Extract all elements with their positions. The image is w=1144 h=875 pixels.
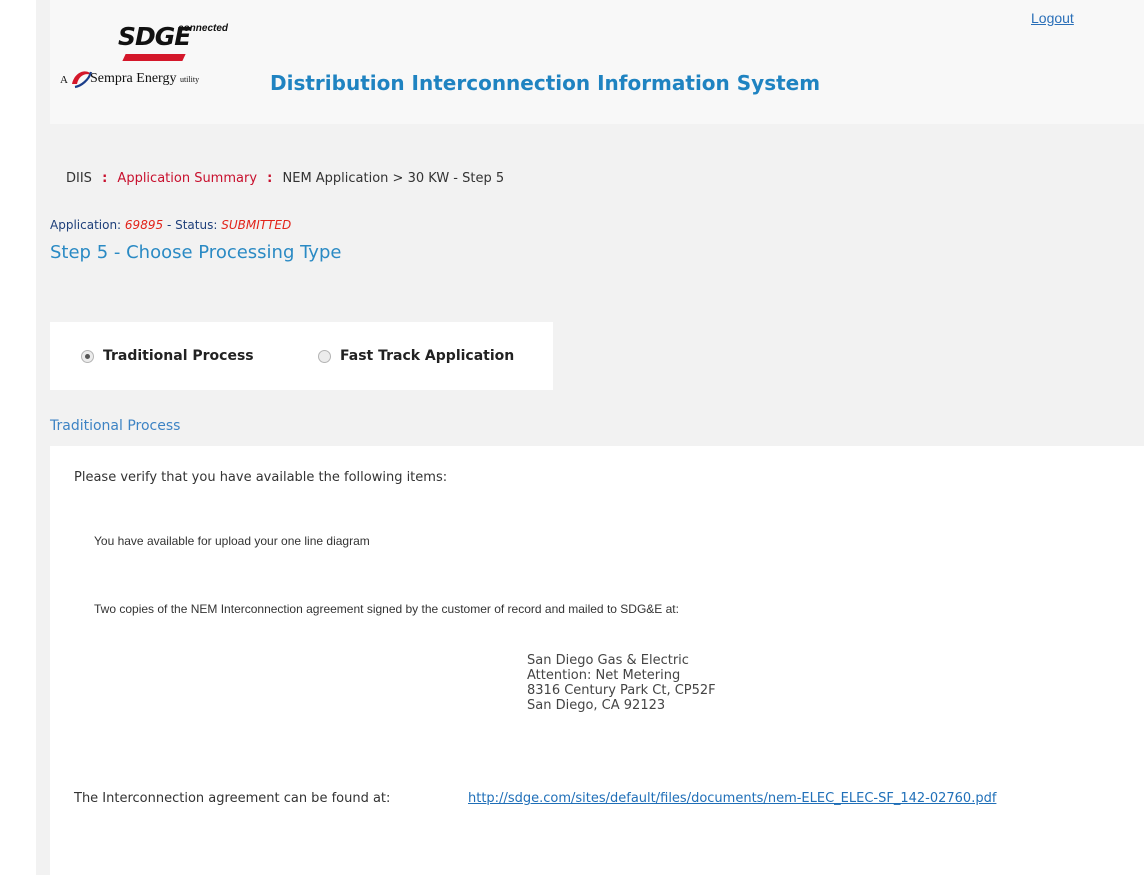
checklist-item-one-line-diagram: You have available for upload your one l… [94,534,370,548]
agreement-pdf-link[interactable]: http://sdge.com/sites/default/files/docu… [468,791,996,806]
left-margin [0,0,36,875]
address-line: San Diego Gas & Electric [527,653,689,668]
address-line: 8316 Century Park Ct, CP52F [527,683,716,698]
fast-track-radio[interactable]: Fast Track Application [318,348,514,364]
section-title: Traditional Process [50,418,181,434]
logo-parent: Sempra Energy utility [90,71,200,86]
breadcrumb-application-summary[interactable]: Application Summary [117,171,257,186]
radio-label: Fast Track Application [340,348,515,364]
address-line: Attention: Net Metering [527,668,681,683]
traditional-process-panel: Please verify that you have available th… [50,446,1144,875]
traditional-process-radio[interactable]: Traditional Process [81,348,254,364]
application-label: Application: [50,218,122,232]
checklist-item-agreement-copies: Two copies of the NEM Interconnection ag… [94,602,679,616]
status-badge: SUBMITTED [221,218,292,232]
application-status-line: Application: 69895 - Status: SUBMITTED [50,218,291,232]
radio-checked-icon[interactable] [81,349,94,363]
application-id: 69895 [124,218,164,232]
breadcrumb-separator: : [102,171,108,186]
breadcrumb-home[interactable]: DIIS [66,171,92,186]
page-title: Step 5 - Choose Processing Type [50,242,342,263]
mailing-address: San Diego Gas & Electric Attention: Net … [527,653,716,713]
logo-stripe [122,54,186,61]
header: SDGE connected A Sempra Energy utility D… [50,0,1144,124]
breadcrumb-separator: : [267,171,273,186]
radio-unchecked-icon[interactable] [318,349,331,363]
logo-tagline: connected [178,23,229,34]
status-label: - Status: [166,218,218,232]
page: SDGE connected A Sempra Energy utility D… [36,0,1144,875]
sdge-logo: SDGE connected A Sempra Energy utility [60,22,260,102]
breadcrumb: DIIS : Application Summary : NEM Applica… [66,171,504,186]
logout-link[interactable]: Logout [1031,10,1074,26]
logo-prefix: A [60,74,68,86]
site-title: Distribution Interconnection Information… [270,71,821,95]
agreement-label: The Interconnection agreement can be fou… [74,791,391,806]
address-line: San Diego, CA 92123 [527,698,666,713]
radio-label: Traditional Process [103,348,254,364]
verify-intro: Please verify that you have available th… [74,470,448,485]
breadcrumb-current: NEM Application > 30 KW - Step 5 [282,171,505,186]
processing-type-selector: Traditional Process Fast Track Applicati… [50,322,553,390]
